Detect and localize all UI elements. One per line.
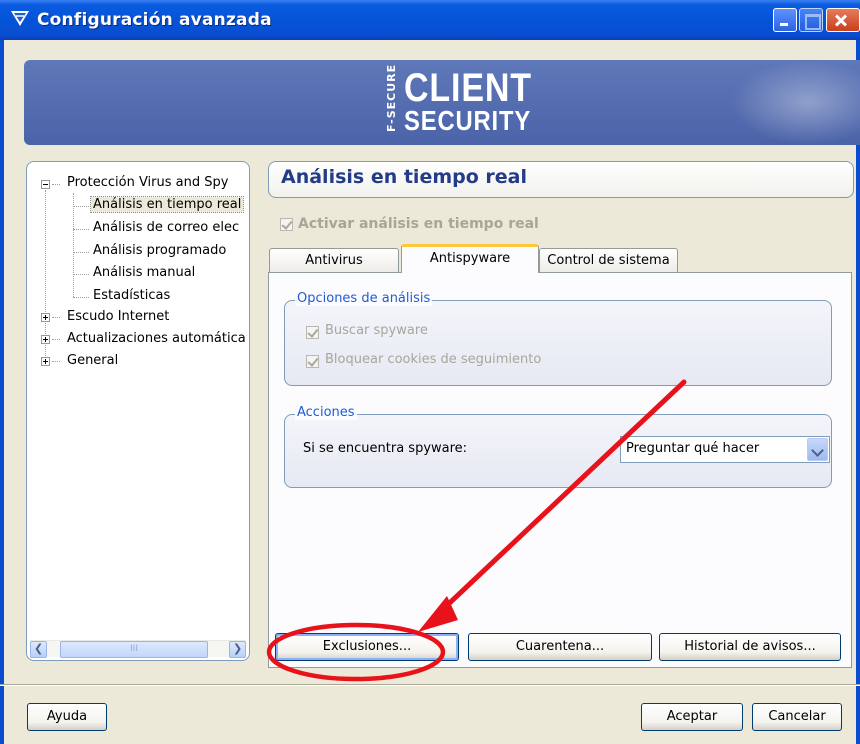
window-frame-left [0,40,4,744]
tab-antispyware[interactable]: Antispyware [401,244,539,273]
tree-connector [73,252,89,253]
section-header: Análisis en tiempo real [268,161,854,198]
tree-connector [52,361,60,362]
cancel-button[interactable]: Cancelar [752,703,842,731]
tree-item-proteccion[interactable]: Protección Virus and Spy [67,175,228,190]
close-button[interactable] [826,8,860,32]
maximize-button[interactable] [799,8,823,32]
scroll-right-button[interactable]: ❯ [229,641,246,658]
search-spyware-checkbox[interactable] [306,326,319,339]
product-banner: F-SECURE CLIENT SECURITY [24,60,860,145]
page-title: Análisis en tiempo real [281,166,527,188]
title-bar[interactable]: Configuración avanzada [0,0,860,40]
collapse-toggle-icon[interactable] [41,180,50,189]
tree-item-realtime[interactable]: Análisis en tiempo real [89,196,245,213]
tree-connector [52,184,60,185]
tree-item-manual[interactable]: Análisis manual [93,265,195,280]
enable-realtime-checkbox[interactable] [280,218,293,231]
settings-tree[interactable]: Protección Virus and Spy Análisis en tie… [26,161,250,661]
tree-connector [73,297,89,298]
tab-antivirus[interactable]: Antivirus [269,248,399,273]
expand-toggle-icon[interactable] [41,313,50,322]
tree-connector [52,339,60,340]
enable-realtime-label: Activar análisis en tiempo real [298,216,539,232]
tree-item-email[interactable]: Análisis de correo elec [93,220,239,235]
tree-connector [73,206,89,207]
actions-legend: Acciones [295,405,357,420]
block-cookies-label: Bloquear cookies de seguimiento [325,352,542,367]
footer-separator [0,684,860,686]
spyware-action-select[interactable]: Preguntar qué hacer [620,436,830,463]
minimize-button[interactable] [773,8,797,32]
horizontal-scrollbar[interactable]: ❮ III ❯ [30,640,246,658]
ok-button[interactable]: Aceptar [641,703,743,731]
scan-options-legend: Opciones de análisis [295,291,433,306]
tree-item-general[interactable]: General [67,353,118,368]
tree-item-escudo[interactable]: Escudo Internet [67,309,169,324]
security-logo-text: SECURITY [404,105,532,136]
window-frame-right [856,40,860,744]
scan-options-group: Opciones de análisis [284,291,832,386]
fsecure-app-icon [11,11,29,26]
tree-connector [73,193,74,297]
quarantine-button[interactable]: Cuarentena... [468,633,652,661]
exclusions-button[interactable]: Exclusiones... [275,633,459,661]
spyware-found-label: Si se encuentra spyware: [303,441,468,456]
scroll-left-button[interactable]: ❮ [30,641,47,658]
chevron-right-icon: ❯ [233,642,243,655]
search-spyware-label: Buscar spyware [325,323,428,338]
scroll-thumb[interactable]: III [60,641,208,658]
tree-connector [52,317,60,318]
spyware-action-value: Preguntar qué hacer [626,441,760,456]
expand-toggle-icon[interactable] [41,335,50,344]
banner-decoration [730,60,860,145]
tree-item-stats[interactable]: Estadísticas [93,288,170,303]
tree-item-updates[interactable]: Actualizaciones automática [67,331,246,346]
tree-connector [73,229,89,230]
tree-item-scheduled[interactable]: Análisis programado [93,243,226,258]
help-button[interactable]: Ayuda [27,703,107,731]
window-title: Configuración avanzada [37,10,272,30]
tree-connector [73,274,89,275]
tab-control-sistema[interactable]: Control de sistema [539,248,678,273]
expand-toggle-icon[interactable] [41,357,50,366]
chevron-left-icon: ❮ [34,642,44,655]
block-cookies-checkbox[interactable] [306,355,319,368]
alert-history-button[interactable]: Historial de avisos... [659,633,841,661]
fsecure-logo-text: F-SECURE [385,63,398,132]
chevron-down-icon[interactable] [807,438,828,461]
client-logo-text: CLIENT [404,66,532,110]
